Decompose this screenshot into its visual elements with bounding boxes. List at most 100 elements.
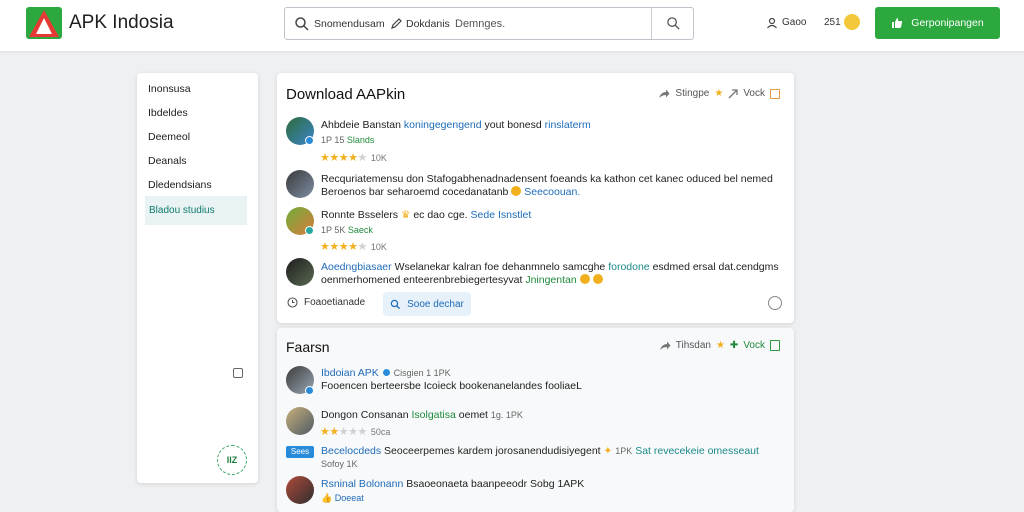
post-tag[interactable]: Saeck (348, 225, 373, 235)
post-link[interactable]: Sede Isnstlet (471, 209, 532, 221)
post-line: Ahbdeie Banstan koningegengend yout bone… (321, 119, 591, 131)
post-meta: Cisgien 1 1PK (393, 368, 451, 378)
stars-icon: ★★★★ (320, 241, 358, 253)
share-label[interactable]: Stingpe (675, 88, 709, 99)
post-line: oenmerhomened enteerenbrebiegertesyvat J… (321, 274, 603, 286)
post-text: Wselanekar kalran foe dehanmnelo samcghe (394, 261, 606, 273)
sidebar-item-1[interactable]: Inonsusa (148, 83, 191, 95)
star-empty-icon: ★ (357, 241, 367, 253)
card-title: Download AAPkin (286, 86, 406, 103)
post-link[interactable]: Jningentan (525, 274, 576, 286)
history-link[interactable]: Foaoetianade (287, 297, 365, 308)
post-meta: 1g. 1PK (490, 410, 523, 420)
post-line: Aoedngbiasaer Wselanekar kalran foe deha… (321, 261, 779, 273)
post-text: Seoceerpemes kardem jorosanendudisiyegen… (384, 445, 601, 457)
brand-logo[interactable] (26, 7, 62, 39)
tag-badge[interactable]: Sees (286, 446, 314, 458)
search-scope[interactable]: Snomendusam (314, 18, 385, 30)
plus-icon[interactable]: ✚ (730, 340, 738, 351)
sparkle-icon: ✦ (603, 445, 613, 457)
cta-button[interactable]: Gerponipangen (875, 7, 1000, 39)
post-text: Bsaoeonaeta baanpeeodr Sobg 1APK (406, 478, 585, 490)
author-name[interactable]: Ibdoian APK (321, 367, 379, 379)
author-name[interactable]: Aoedngbiasaer (321, 261, 392, 273)
rating-count: 50ca (370, 427, 391, 437)
vote-label[interactable]: Vock (743, 340, 765, 351)
post-text: Beroenos bar seharoemd cocedanatanb (321, 186, 509, 198)
search-button[interactable] (651, 8, 694, 39)
share-icon[interactable] (659, 341, 671, 351)
post-tag[interactable]: Slands (347, 135, 375, 145)
smiley-icon[interactable] (844, 14, 860, 30)
document-icon[interactable] (770, 340, 780, 351)
post-tag[interactable]: Isolgatisa (412, 409, 456, 421)
star-icon[interactable]: ★ (714, 88, 723, 99)
sidebar-item-active[interactable]: Bladou studius (145, 196, 247, 225)
bookmark-icon[interactable] (770, 88, 780, 99)
author-name[interactable]: Ronnte Bsselers (321, 209, 398, 221)
pencil-icon (391, 18, 402, 29)
top-header: APK Indosia Snomendusam Dokdanis Gaoo 25… (0, 0, 1024, 52)
star-rating[interactable]: ★★★★★ 10K (320, 151, 387, 164)
cta-label: Gerponipangen (911, 17, 984, 29)
post-link[interactable]: Sat revecekeie omesseaut (635, 445, 759, 457)
like-icon[interactable]: 👍 (321, 493, 332, 503)
avatar[interactable] (286, 170, 314, 198)
star-empty-icon: ★★★ (338, 426, 368, 438)
star-icon[interactable]: ★ (716, 340, 725, 351)
author-name[interactable]: Rsninal Bolonann (321, 478, 403, 490)
post-link[interactable]: Doeeat (335, 493, 364, 503)
search-input[interactable] (455, 13, 645, 35)
post-link[interactable]: rinslaterm (545, 119, 591, 131)
source-button[interactable]: Sooe dechar (383, 292, 471, 316)
star-empty-icon: ★ (357, 152, 367, 164)
emoji-icon (511, 186, 522, 196)
post-link[interactable]: Seecoouan. (524, 186, 580, 198)
download-card: Download AAPkin Stingpe ★ Vock Ahbdeie B… (277, 73, 794, 323)
user-label[interactable]: Gaoo (782, 17, 806, 28)
star-rating[interactable]: ★★★★★ 50ca (320, 425, 390, 438)
post-line: Beroenos bar seharoemd cocedanatanb Seec… (321, 186, 580, 198)
clock-icon (287, 297, 298, 308)
brand-name[interactable]: APK Indosia (69, 12, 174, 34)
feed-card: Faarsn Tihsdan ★ ✚ Vock Ibdoian APK Cisg… (277, 328, 794, 512)
thumbs-up-icon (892, 18, 903, 28)
share-label[interactable]: Tihsdan (676, 340, 711, 351)
vote-label[interactable]: Vock (743, 88, 765, 99)
star-rating[interactable]: ★★★★★ 10K (320, 240, 387, 253)
search-bar[interactable]: Snomendusam Dokdanis (284, 7, 694, 40)
author-handle[interactable]: koningegengend (404, 119, 482, 131)
emoji-icon (592, 274, 603, 284)
sidebar-item-2[interactable]: Ibdeldes (148, 107, 188, 119)
post-text: Recquriatemensu don Stafogabhenadnadense… (321, 173, 773, 185)
author-name[interactable]: Ahbdeie Banstan (321, 119, 401, 131)
more-options-icon[interactable] (768, 296, 782, 310)
post-text: oenmerhomened enteerenbrebiegertesyvat (321, 274, 523, 286)
user-icon[interactable] (766, 17, 778, 29)
sidebar-item-4[interactable]: Deanals (148, 155, 187, 167)
post-link[interactable]: forodone (608, 261, 649, 273)
search-tag[interactable]: Dokdanis (406, 18, 450, 30)
source-label: Sooe dechar (407, 298, 464, 310)
post-meta: 1P 5K Saeck (321, 225, 373, 235)
arrow-icon[interactable] (728, 88, 738, 99)
badge-text: IIZ (226, 455, 238, 465)
post-time: 1P 15 (321, 135, 345, 145)
post-text: ec dao cge. (413, 209, 468, 221)
settings-icon[interactable] (233, 368, 243, 378)
rating-count: 10K (370, 242, 387, 252)
author-name[interactable]: Becelocdeds (321, 445, 381, 457)
post-footer: 👍 Doeeat (321, 493, 364, 504)
avatar[interactable] (286, 476, 314, 504)
stars-icon: ★★ (320, 426, 339, 438)
sidebar-item-5[interactable]: Dledendsians (148, 179, 212, 191)
search-icon (666, 17, 680, 30)
sidebar-item-3[interactable]: Deemeol (148, 131, 190, 143)
author-name[interactable]: Dongon Consanan (321, 409, 409, 421)
post-line: Ibdoian APK Cisgien 1 1PK (321, 367, 451, 379)
avatar[interactable] (286, 407, 314, 435)
avatar[interactable] (286, 258, 314, 286)
share-icon[interactable] (658, 89, 670, 99)
verified-icon (305, 226, 314, 235)
post-time: 1P 5K (321, 225, 346, 235)
